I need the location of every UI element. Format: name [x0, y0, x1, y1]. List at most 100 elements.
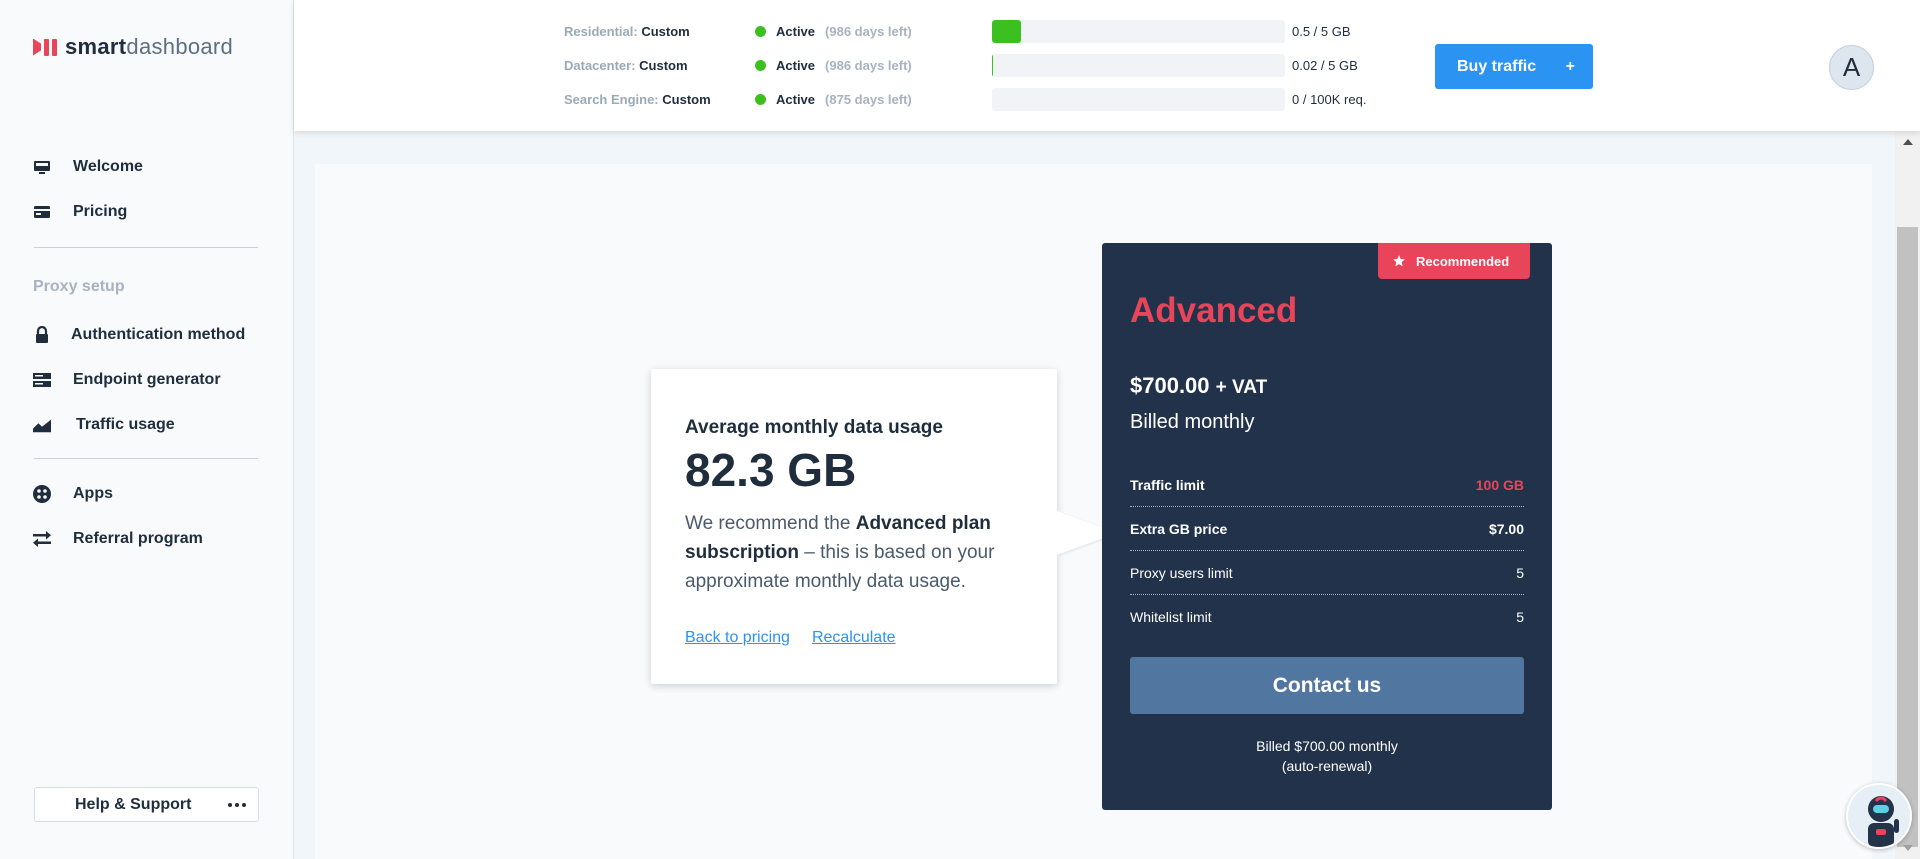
chat-assistant-button[interactable]: [1846, 783, 1912, 849]
help-support-label: Help & Support: [75, 795, 192, 813]
exchange-icon: [33, 530, 51, 548]
sidebar-item-apps[interactable]: Apps: [33, 485, 113, 503]
apps-icon: [33, 485, 51, 503]
avatar[interactable]: A: [1829, 45, 1874, 90]
usage-type: Residential:: [564, 24, 638, 39]
usage-amount: 0.5 / 5 GB: [1292, 24, 1351, 39]
logo-text-light: dashboard: [126, 34, 234, 59]
usage-amount: 0.02 / 5 GB: [1292, 58, 1358, 73]
sidebar-item-referral-program[interactable]: Referral program: [33, 530, 203, 548]
status-dot-icon: [755, 26, 766, 37]
brand-logo[interactable]: smartdashboard: [33, 34, 233, 60]
spec-label: Extra GB price: [1130, 520, 1228, 537]
scroll-down-icon[interactable]: [1903, 845, 1913, 851]
usage-plan: Custom: [641, 24, 690, 39]
help-support-button[interactable]: Help & Support: [34, 787, 259, 822]
sidebar: smartdashboard Welcome Pricing Proxy set…: [0, 0, 294, 859]
top-header: Residential: Custom Active (986 days left…: [294, 0, 1920, 131]
recommendation-text: We recommend the Advanced plan subscript…: [685, 513, 995, 592]
footer-renewal: (auto-renewal): [1281, 758, 1373, 774]
spec-value: 100 GB: [1475, 476, 1524, 493]
spec-value: 5: [1516, 609, 1524, 625]
usage-progress-fill: [992, 54, 994, 77]
plus-icon: +: [1565, 57, 1575, 75]
contact-us-button[interactable]: Contact us: [1130, 657, 1524, 714]
usage-row-search-engine: Search Engine: Custom Active (875 days le…: [564, 88, 1366, 111]
status-text: Active: [776, 58, 816, 73]
vat-label: + VAT: [1215, 377, 1268, 398]
sidebar-item-pricing[interactable]: Pricing: [33, 203, 127, 221]
sidebar-item-label: Apps: [73, 485, 113, 502]
usage-type: Search Engine:: [564, 92, 659, 107]
recalculate-link[interactable]: Recalculate: [812, 629, 896, 647]
usage-row-datacenter: Datacenter: Custom Active (986 days left)…: [564, 54, 1358, 77]
monitor-icon: [33, 158, 51, 176]
usage-plan: Custom: [639, 58, 688, 73]
footer-billed: Billed $700.00 monthly: [1256, 738, 1398, 754]
sidebar-item-label: Authentication method: [71, 326, 246, 343]
spec-row: Whitelist limit 5: [1130, 595, 1524, 639]
spec-label: Traffic limit: [1130, 476, 1205, 493]
sidebar-item-label: Pricing: [73, 203, 128, 220]
scroll-up-icon[interactable]: [1903, 139, 1913, 145]
sidebar-item-label: Traffic usage: [76, 416, 175, 433]
recommended-badge: Recommended: [1378, 243, 1530, 279]
spec-value: 5: [1516, 564, 1524, 581]
spec-label: Whitelist limit: [1130, 609, 1212, 625]
page-scrollbar[interactable]: [1895, 131, 1920, 859]
spec-label: Proxy users limit: [1130, 564, 1233, 581]
logo-text-bold: smart: [65, 34, 127, 59]
back-to-pricing-link[interactable]: Back to pricing: [685, 629, 790, 647]
avatar-initial: A: [1842, 52, 1861, 82]
billing-period: Billed monthly: [1130, 411, 1255, 433]
card-icon: [33, 203, 51, 221]
days-left: (875 days left): [825, 92, 912, 107]
recommendation-card: Average monthly data usage 82.3 GB We re…: [651, 369, 1117, 684]
days-left: (986 days left): [825, 24, 912, 39]
plan-footer: Billed $700.00 monthly (auto-renewal): [1130, 736, 1524, 776]
sidebar-item-traffic-usage[interactable]: Traffic usage: [33, 416, 175, 434]
usage-row-residential: Residential: Custom Active (986 days left…: [564, 20, 1351, 43]
spec-value: $7.00: [1488, 520, 1524, 537]
sidebar-item-welcome[interactable]: Welcome: [33, 158, 143, 176]
days-left: (986 days left): [825, 58, 912, 73]
status-dot-icon: [755, 94, 766, 105]
usage-progress-bar: [992, 54, 1285, 77]
status-text: Active: [776, 24, 816, 39]
spec-row: Extra GB price $7.00: [1130, 507, 1524, 551]
section-label-proxy-setup: Proxy setup: [33, 278, 125, 295]
server-icon: [33, 371, 51, 389]
plan-specs: Traffic limit 100 GB Extra GB price $7.00 …: [1130, 463, 1524, 639]
sidebar-divider: [34, 247, 258, 248]
scrollbar-thumb[interactable]: [1897, 227, 1918, 847]
sidebar-item-label: Endpoint generator: [73, 371, 221, 388]
usage-label: Average monthly data usage: [685, 417, 943, 438]
usage-type: Datacenter:: [564, 58, 636, 73]
plan-card: Recommended Advanced $700.00 + VAT Bille…: [1102, 243, 1552, 810]
badge-label: Recommended: [1416, 253, 1510, 269]
usage-progress-fill: [992, 20, 1022, 43]
usage-value: 82.3 GB: [685, 444, 857, 496]
spec-row: Proxy users limit 5: [1130, 551, 1524, 595]
plan-price: $700.00 + VAT: [1130, 373, 1267, 399]
sidebar-item-label: Referral program: [73, 530, 203, 547]
usage-progress-bar: [992, 88, 1285, 111]
status-dot-icon: [755, 60, 766, 71]
lock-icon: [33, 326, 51, 344]
price-value: $700.00: [1130, 373, 1210, 398]
spec-row: Traffic limit 100 GB: [1130, 463, 1524, 507]
sidebar-divider: [34, 458, 258, 459]
plan-title: Advanced: [1130, 291, 1298, 330]
area-chart-icon: [33, 416, 51, 434]
star-icon: [1393, 255, 1405, 267]
buy-traffic-label: Buy traffic: [1457, 57, 1537, 75]
sidebar-item-label: Welcome: [73, 158, 143, 175]
usage-plan: Custom: [662, 92, 711, 107]
more-dots-icon[interactable]: [228, 802, 246, 807]
logo-icon: [33, 38, 57, 56]
sidebar-item-endpoint-generator[interactable]: Endpoint generator: [33, 371, 221, 389]
usage-progress-bar: [992, 20, 1285, 43]
usage-amount: 0 / 100K req.: [1292, 92, 1367, 107]
sidebar-item-authentication[interactable]: Authentication method: [33, 326, 245, 344]
buy-traffic-button[interactable]: Buy traffic +: [1435, 44, 1593, 89]
